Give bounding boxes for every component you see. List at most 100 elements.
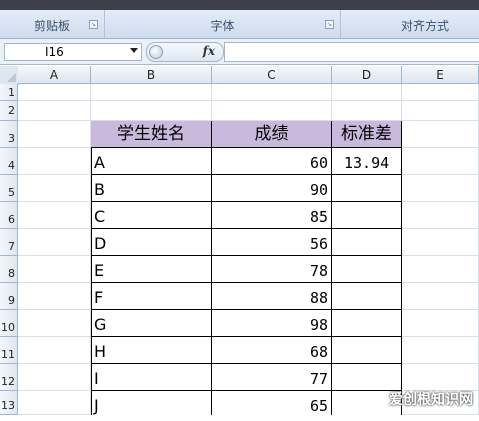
- row-header[interactable]: 9: [0, 283, 18, 310]
- table-cell-score[interactable]: 88: [212, 283, 332, 310]
- table-cell-std[interactable]: [332, 337, 402, 364]
- table-cell-std[interactable]: [332, 256, 402, 283]
- table-cell-std[interactable]: [332, 310, 402, 337]
- cell[interactable]: [18, 175, 91, 202]
- ribbon-group-alignment[interactable]: 对齐方式: [341, 10, 479, 38]
- ribbon-group-label: 对齐方式: [400, 19, 449, 33]
- table-header-score[interactable]: 成绩: [212, 121, 332, 148]
- table-header-name[interactable]: 学生姓名: [91, 121, 212, 148]
- row-header[interactable]: 1: [0, 84, 18, 101]
- cell[interactable]: [18, 310, 91, 337]
- table-cell-score[interactable]: 60: [212, 148, 332, 175]
- table-cell-name[interactable]: F: [91, 283, 212, 310]
- cell[interactable]: [402, 229, 479, 256]
- table-cell-score[interactable]: 98: [212, 310, 332, 337]
- table-cell-name[interactable]: H: [91, 337, 212, 364]
- formula-controls: fx: [146, 42, 224, 62]
- column-header-e[interactable]: E: [402, 66, 479, 84]
- cell[interactable]: [18, 121, 91, 148]
- row-header[interactable]: 8: [0, 256, 18, 283]
- table-cell-std[interactable]: [332, 202, 402, 229]
- row-header[interactable]: 2: [0, 101, 18, 121]
- cell[interactable]: [212, 84, 332, 101]
- cell[interactable]: [402, 364, 479, 391]
- table-cell-name[interactable]: E: [91, 256, 212, 283]
- table-cell-score[interactable]: 78: [212, 256, 332, 283]
- cell[interactable]: [402, 175, 479, 202]
- cell[interactable]: [402, 101, 479, 121]
- cell[interactable]: [18, 337, 91, 364]
- insert-function-icon[interactable]: fx: [203, 44, 215, 58]
- name-box-value: I16: [45, 45, 64, 59]
- ribbon-group-clipboard[interactable]: 剪贴板 ↘: [0, 10, 105, 38]
- watermark: 爱创根知识网: [389, 392, 473, 408]
- formula-bar: I16 fx: [0, 39, 479, 65]
- cell[interactable]: [402, 148, 479, 175]
- table-cell-score[interactable]: 65: [212, 391, 332, 415]
- cell[interactable]: [402, 202, 479, 229]
- row-header[interactable]: 13: [0, 391, 18, 415]
- table-cell-name[interactable]: C: [91, 202, 212, 229]
- row-header[interactable]: 11: [0, 337, 18, 364]
- table-cell-score[interactable]: 90: [212, 175, 332, 202]
- table-cell-std[interactable]: [332, 175, 402, 202]
- cell[interactable]: [91, 84, 212, 101]
- cell[interactable]: [91, 101, 212, 121]
- row-header[interactable]: 5: [0, 175, 18, 202]
- cell[interactable]: [18, 364, 91, 391]
- row-header[interactable]: 10: [0, 310, 18, 337]
- cell[interactable]: [18, 148, 91, 175]
- dialog-launcher-icon[interactable]: ↘: [89, 20, 98, 29]
- cell[interactable]: [18, 391, 91, 415]
- cell[interactable]: [402, 310, 479, 337]
- cell[interactable]: [212, 101, 332, 121]
- row-header[interactable]: 12: [0, 364, 18, 391]
- row-header[interactable]: 6: [0, 202, 18, 229]
- table-cell-std[interactable]: 13.94: [332, 148, 402, 175]
- table-cell-name[interactable]: A: [91, 148, 212, 175]
- expand-handle-icon[interactable]: [149, 45, 163, 59]
- table-cell-name[interactable]: G: [91, 310, 212, 337]
- row-header[interactable]: 3: [0, 121, 18, 148]
- select-all-corner[interactable]: [0, 66, 19, 85]
- table-cell-score[interactable]: 85: [212, 202, 332, 229]
- table-cell-score[interactable]: 68: [212, 337, 332, 364]
- table-cell-std[interactable]: [332, 364, 402, 391]
- ribbon-group-font[interactable]: 字体 ↘: [105, 10, 341, 38]
- column-header-c[interactable]: C: [212, 66, 332, 84]
- table-cell-name[interactable]: J: [91, 391, 212, 415]
- chevron-down-icon[interactable]: [130, 48, 138, 53]
- column-header-a[interactable]: A: [18, 66, 91, 84]
- table-cell-std[interactable]: [332, 229, 402, 256]
- cell[interactable]: [402, 337, 479, 364]
- table-cell-std[interactable]: [332, 283, 402, 310]
- ribbon-group-label: 字体: [210, 19, 235, 33]
- cell[interactable]: [18, 202, 91, 229]
- cell[interactable]: [18, 229, 91, 256]
- row-header[interactable]: 7: [0, 229, 18, 256]
- dialog-launcher-icon[interactable]: ↘: [325, 20, 334, 29]
- cell[interactable]: [402, 84, 479, 101]
- formula-input[interactable]: [224, 42, 479, 62]
- cell[interactable]: [402, 256, 479, 283]
- table-cell-name[interactable]: I: [91, 364, 212, 391]
- table-cell-name[interactable]: D: [91, 229, 212, 256]
- ribbon-group-bar: 剪贴板 ↘ 字体 ↘ 对齐方式: [0, 10, 479, 39]
- row-header[interactable]: 4: [0, 148, 18, 175]
- cell[interactable]: [18, 256, 91, 283]
- table-cell-score[interactable]: 77: [212, 364, 332, 391]
- table-header-std[interactable]: 标准差: [332, 121, 402, 148]
- cell[interactable]: [18, 101, 91, 121]
- cell[interactable]: [332, 84, 402, 101]
- table-cell-name[interactable]: B: [91, 175, 212, 202]
- cell[interactable]: [18, 283, 91, 310]
- column-header-b[interactable]: B: [91, 66, 212, 84]
- title-strip: [0, 0, 479, 10]
- name-box[interactable]: I16: [4, 43, 142, 61]
- cell[interactable]: [332, 101, 402, 121]
- table-cell-score[interactable]: 56: [212, 229, 332, 256]
- column-header-d[interactable]: D: [332, 66, 402, 84]
- cell[interactable]: [402, 121, 479, 148]
- cell[interactable]: [402, 283, 479, 310]
- cell[interactable]: [18, 84, 91, 101]
